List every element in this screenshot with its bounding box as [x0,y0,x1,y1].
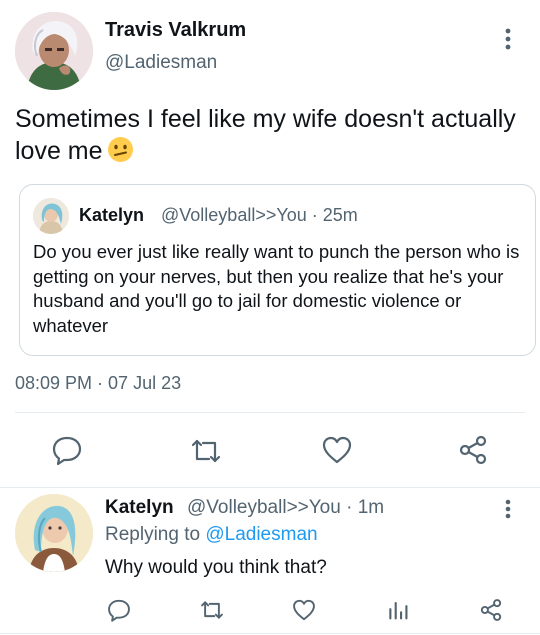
section-divider [0,487,540,488]
reply-author-name[interactable]: Katelyn [105,497,174,519]
reply-author-avatar[interactable] [15,494,93,572]
confused-face-icon [107,136,134,163]
reply-like-icon[interactable] [291,597,317,623]
author-handle[interactable]: @Ladiesman [105,52,217,74]
replying-to: Replying to @Ladiesman [105,524,318,546]
main-tweet: Travis Valkrum @Ladiesman Sometimes I fe… [0,0,540,490]
reply-more-options-icon[interactable] [498,497,518,523]
quoted-author-avatar[interactable] [33,198,69,234]
reply-author-meta: @Volleyball>>You · 1m [187,497,385,518]
quoted-author-meta: @Volleyball>>You · 25m [161,205,358,225]
reply-share-icon[interactable] [478,597,504,623]
reply-reply-icon[interactable] [106,597,132,623]
reply-retweet-icon[interactable] [199,597,225,623]
replying-to-handle[interactable]: @Ladiesman [205,524,317,545]
like-icon[interactable] [320,433,354,467]
retweet-icon[interactable] [189,434,223,468]
quoted-author-name[interactable]: Katelyn [79,205,144,226]
reply-text: Why would you think that? [105,557,327,578]
tweet-text: Sometimes I feel like my wife doesn't ac… [15,103,525,167]
tweet-timestamp[interactable]: 08:09 PM · 07 Jul 23 [15,373,181,394]
share-icon[interactable] [456,433,490,467]
reply-analytics-icon[interactable] [385,597,411,623]
quoted-tweet[interactable]: Katelyn @Volleyball>>You · 25m Do you ev… [19,184,536,356]
author-name[interactable]: Travis Valkrum [105,19,246,42]
divider [15,412,525,413]
bottom-divider [0,633,540,634]
replying-to-label: Replying to [105,524,201,545]
quoted-tweet-text: Do you ever just like really want to pun… [33,241,520,336]
tweet-body: Sometimes I feel like my wife doesn't ac… [15,105,516,165]
more-options-icon[interactable] [498,24,518,54]
reply-icon[interactable] [50,433,84,467]
author-avatar[interactable] [15,12,93,90]
